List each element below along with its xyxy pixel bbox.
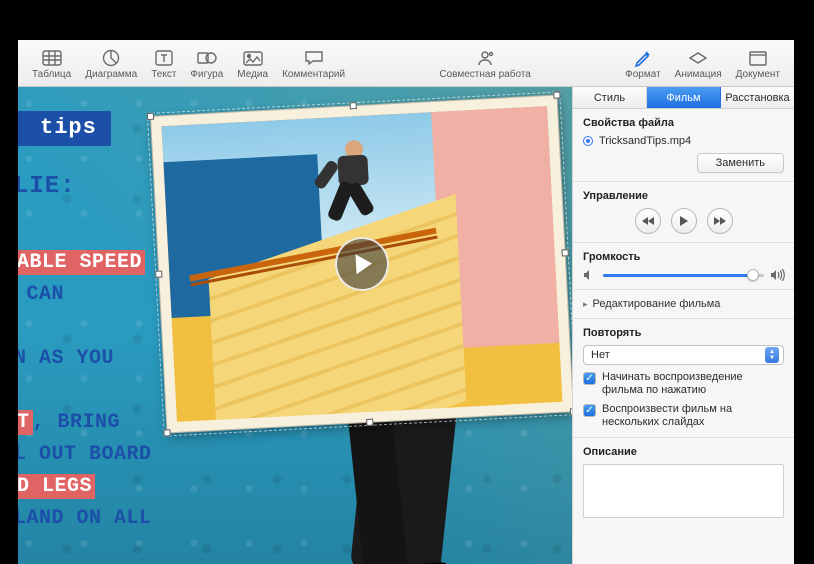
file-info-header: Свойства файла <box>583 117 784 129</box>
repeat-value: Нет <box>591 349 610 361</box>
video-object[interactable] <box>150 95 572 434</box>
table-icon <box>41 48 63 68</box>
toolbar-label: Формат <box>625 69 661 80</box>
edit-movie-disclosure[interactable]: ▸ Редактирование фильма <box>583 298 784 310</box>
select-stepper-icon: ▲▼ <box>765 347 779 363</box>
toolbar-document-button[interactable]: Документ <box>730 46 786 80</box>
edit-movie-label: Редактирование фильма <box>593 298 721 310</box>
toolbar-comment-button[interactable]: Комментарий <box>276 46 351 80</box>
play-button[interactable] <box>671 208 697 234</box>
comment-icon <box>303 48 325 68</box>
checkbox-play-on-click-label: Начинать воспроизведение фильма по нажат… <box>602 371 784 397</box>
replace-button[interactable]: Заменить <box>697 153 784 173</box>
controls-header: Управление <box>583 190 784 202</box>
description-textarea[interactable] <box>583 464 784 518</box>
toolbar-label: Анимация <box>675 69 722 80</box>
slide-title-chip[interactable]: tips <box>18 111 111 146</box>
toolbar-animate-button[interactable]: Анимация <box>669 46 728 80</box>
controls-section: Управление <box>573 182 794 243</box>
tab-style[interactable]: Стиль <box>573 87 647 108</box>
rewind-button[interactable] <box>635 208 661 234</box>
chevron-right-icon: ▸ <box>583 299 588 310</box>
tab-arrange[interactable]: Расстановка <box>721 87 794 108</box>
inspector-sidebar: Стиль Фильм Расстановка Свойства файла T… <box>572 87 794 564</box>
toolbar-chart-button[interactable]: Диаграмма <box>79 46 143 80</box>
toolbar-collaborate-button[interactable]: Совместная работа <box>433 46 537 80</box>
description-section: Описание <box>573 438 794 526</box>
media-icon <box>242 48 264 68</box>
description-header: Описание <box>583 446 784 458</box>
toolbar-media-button[interactable]: Медиа <box>231 46 274 80</box>
speaker-low-icon <box>583 269 597 281</box>
toolbar-label: Диаграмма <box>85 69 137 80</box>
tab-movie[interactable]: Фильм <box>647 87 721 108</box>
toolbar-label: Текст <box>151 69 176 80</box>
volume-section: Громкость <box>573 243 794 290</box>
volume-slider[interactable] <box>603 274 764 277</box>
animate-icon <box>687 48 709 68</box>
speaker-high-icon <box>770 269 784 281</box>
format-icon <box>632 48 654 68</box>
forward-button[interactable] <box>707 208 733 234</box>
text-icon <box>153 48 175 68</box>
checkbox-play-on-click[interactable]: ✓ <box>583 372 596 385</box>
slide-canvas[interactable]: tips LIE: ABLE SPEED CAN N AS YOU T, BRI… <box>18 87 572 564</box>
toolbar-label: Таблица <box>32 69 71 80</box>
edit-movie-section: ▸ Редактирование фильма <box>573 290 794 319</box>
toolbar-label: Совместная работа <box>439 69 531 80</box>
toolbar-label: Медиа <box>237 69 268 80</box>
repeat-header: Повторять <box>583 327 784 339</box>
toolbar-text-button[interactable]: Текст <box>145 46 182 80</box>
movie-file-icon <box>583 136 593 146</box>
repeat-select[interactable]: Нет ▲▼ <box>583 345 784 365</box>
checkbox-across-slides[interactable]: ✓ <box>583 404 596 417</box>
inspector-tabs: Стиль Фильм Расстановка <box>573 87 794 109</box>
file-name: TricksandTips.mp4 <box>599 135 691 147</box>
shape-icon <box>196 48 218 68</box>
volume-header: Громкость <box>583 251 784 263</box>
toolbar-label: Документ <box>736 69 780 80</box>
document-icon <box>747 48 769 68</box>
checkbox-across-slides-label: Воспроизвести фильм на нескольких слайда… <box>602 403 784 429</box>
toolbar-table-button[interactable]: Таблица <box>26 46 77 80</box>
slide-body-text[interactable]: ABLE SPEED CAN N AS YOU T, BRINGL OUT BO… <box>18 247 152 535</box>
toolbar-label: Комментарий <box>282 69 345 80</box>
chart-icon <box>100 48 122 68</box>
toolbar-label: Фигура <box>190 69 223 80</box>
toolbar: Таблица Диаграмма Текст <box>18 40 794 87</box>
repeat-section: Повторять Нет ▲▼ ✓ Начинать воспроизведе… <box>573 319 794 438</box>
toolbar-shape-button[interactable]: Фигура <box>184 46 229 80</box>
file-info-section: Свойства файла TricksandTips.mp4 Заменит… <box>573 109 794 182</box>
collaborate-icon <box>474 48 496 68</box>
slide-subtitle[interactable]: LIE: <box>18 173 76 200</box>
toolbar-format-button[interactable]: Формат <box>619 46 667 80</box>
